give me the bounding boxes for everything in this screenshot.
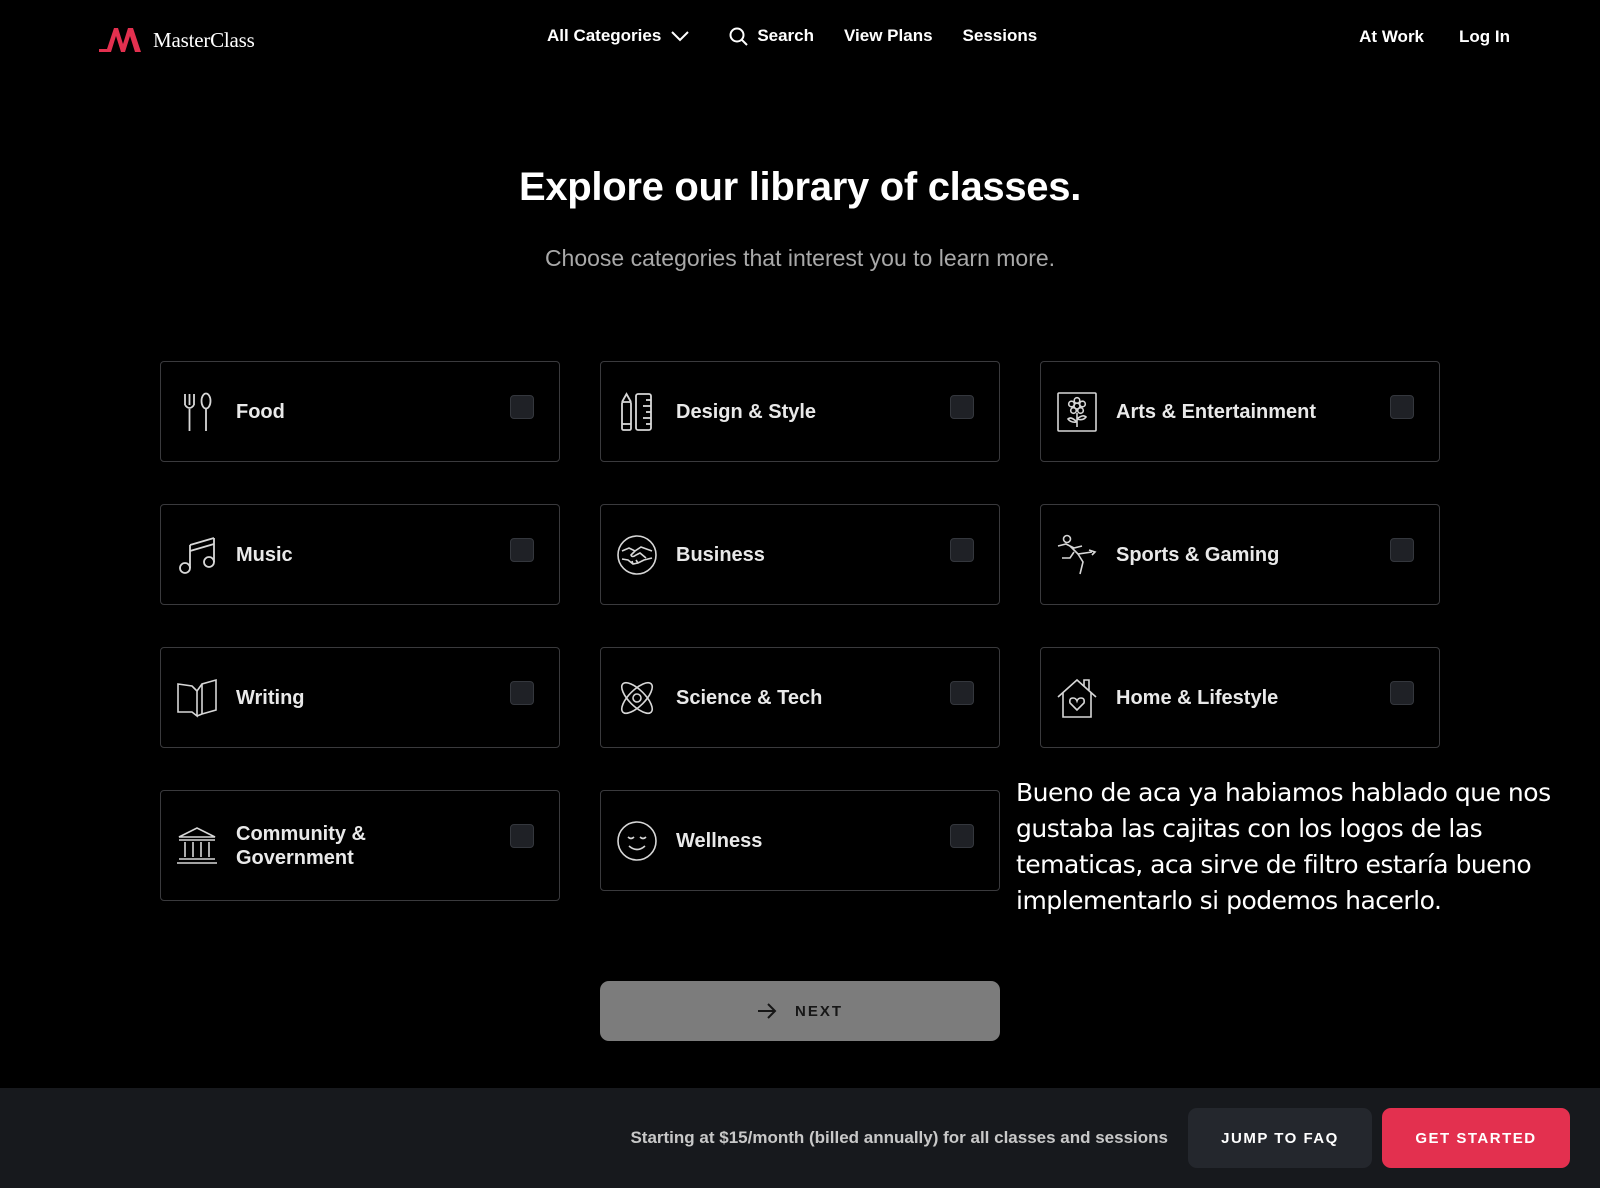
page-subtitle: Choose categories that interest you to l…: [544, 245, 1056, 271]
at-work-link[interactable]: At Work: [1359, 27, 1424, 47]
handshake-icon: [615, 533, 659, 577]
next-button-label: NEXT: [794, 1002, 843, 1020]
category-card-food[interactable]: Food: [160, 361, 560, 462]
category-card-writing[interactable]: Writing: [160, 647, 560, 748]
category-label: Wellness: [676, 829, 763, 852]
category-label: Design & Style: [676, 400, 817, 423]
category-card-design-style[interactable]: Design & Style: [600, 361, 1000, 462]
category-label: Science & Tech: [676, 686, 823, 709]
category-checkbox[interactable]: [1390, 681, 1414, 705]
category-card-science-tech[interactable]: Science & Tech: [600, 647, 1000, 748]
pricing-text: Starting at $15/month (billed annually) …: [630, 1128, 1168, 1147]
music-note-icon: [175, 533, 219, 577]
sticky-footer-bar: Starting at $15/month (billed annually) …: [0, 1088, 1600, 1188]
category-label: Community & Government: [236, 822, 366, 869]
arrow-right-icon: [757, 1003, 777, 1019]
search-label: Search: [757, 26, 815, 45]
category-card-arts-entertainment[interactable]: Arts & Entertainment: [1040, 361, 1440, 462]
athlete-icon: [1055, 533, 1099, 577]
all-categories-label: All Categories: [547, 26, 662, 45]
category-card-business[interactable]: Business: [600, 504, 1000, 605]
category-label: Food: [236, 400, 285, 423]
sessions-label: Sessions: [962, 26, 1038, 45]
masterclass-logo[interactable]: MasterClass: [99, 24, 255, 56]
category-label: Home & Lifestyle: [1116, 686, 1279, 709]
category-checkbox[interactable]: [950, 824, 974, 848]
log-in-label: Log In: [1459, 27, 1510, 46]
next-button[interactable]: NEXT: [600, 981, 1000, 1041]
jump-to-faq-button[interactable]: JUMP TO FAQ: [1188, 1108, 1372, 1168]
category-card-sports-gaming[interactable]: Sports & Gaming: [1040, 504, 1440, 605]
sessions-link[interactable]: Sessions: [963, 26, 1038, 46]
category-card-music[interactable]: Music: [160, 504, 560, 605]
category-card-home-lifestyle[interactable]: Home & Lifestyle: [1040, 647, 1440, 748]
category-card-wellness[interactable]: Wellness: [600, 790, 1000, 891]
category-checkbox[interactable]: [510, 538, 534, 562]
view-plans-label: View Plans: [844, 26, 933, 45]
category-checkbox[interactable]: [1390, 538, 1414, 562]
category-label: Writing: [236, 686, 305, 709]
category-checkbox[interactable]: [950, 538, 974, 562]
log-in-link[interactable]: Log In: [1459, 27, 1510, 47]
house-heart-icon: [1055, 676, 1099, 720]
category-label: Arts & Entertainment: [1116, 400, 1317, 423]
category-label: Sports & Gaming: [1116, 543, 1280, 566]
top-nav: MasterClass All Categories Search View P…: [0, 0, 1600, 80]
government-building-icon: [175, 824, 219, 868]
nav-right: At Work Log In: [1359, 27, 1510, 47]
smiley-face-icon: [615, 819, 659, 863]
search-icon: [729, 27, 749, 46]
category-checkbox[interactable]: [510, 395, 534, 419]
category-label: Music: [236, 543, 293, 566]
nav-center: All Categories Search View Plans Session…: [547, 26, 1037, 46]
all-categories-dropdown[interactable]: All Categories: [547, 26, 690, 46]
category-checkbox[interactable]: [510, 824, 534, 848]
page-title: Explore our library of classes.: [518, 165, 1082, 209]
get-started-button[interactable]: GET STARTED: [1382, 1108, 1570, 1168]
flower-frame-icon: [1055, 390, 1099, 434]
view-plans-link[interactable]: View Plans: [844, 26, 933, 46]
category-checkbox[interactable]: [950, 681, 974, 705]
category-card-community-government[interactable]: Community & Government: [160, 790, 560, 901]
search-link[interactable]: Search: [729, 26, 814, 46]
fork-spoon-icon: [175, 390, 219, 434]
category-checkbox[interactable]: [510, 681, 534, 705]
atom-icon: [615, 676, 659, 720]
pencil-ruler-icon: [615, 390, 659, 434]
category-label: Business: [676, 543, 765, 566]
brand-name: MasterClass: [153, 27, 255, 52]
annotation-note: Bueno de aca ya habiamos hablado que nos…: [1016, 778, 1551, 915]
category-checkbox[interactable]: [950, 395, 974, 419]
category-checkbox[interactable]: [1390, 395, 1414, 419]
masterclass-m-icon: [99, 28, 141, 52]
open-book-icon: [175, 676, 219, 720]
at-work-label: At Work: [1359, 27, 1425, 46]
chevron-down-icon: [671, 30, 690, 41]
